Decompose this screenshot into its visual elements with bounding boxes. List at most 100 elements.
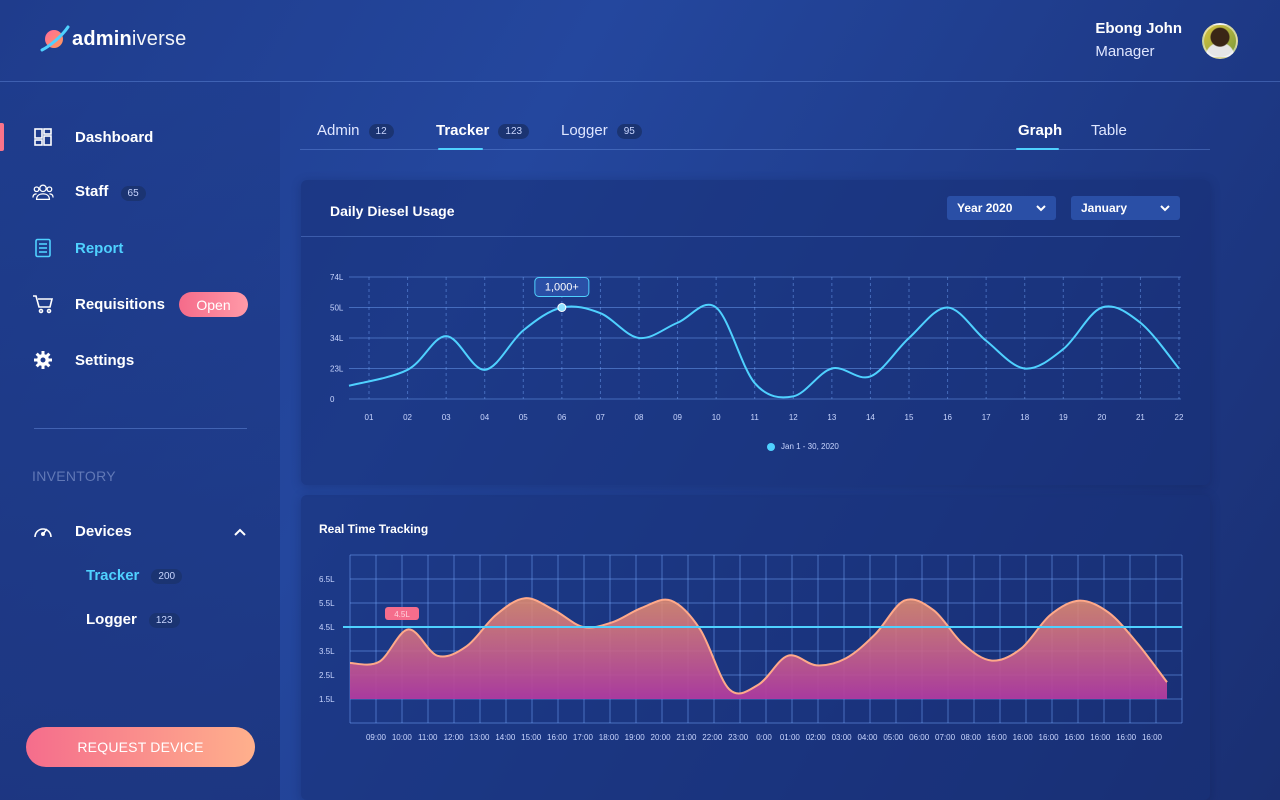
sidebar-divider (34, 428, 247, 429)
sidebar-item-label: Devices (75, 522, 132, 540)
tab-admin[interactable]: Admin 12 (317, 122, 394, 139)
report-icon (32, 237, 54, 259)
x-tick-label: 13 (827, 413, 836, 422)
x-tick-label: 16:00 (1013, 733, 1034, 742)
inventory-section-label: INVENTORY (32, 468, 116, 484)
y-tick-label: 5.5L (319, 599, 335, 608)
x-tick-label: 09 (673, 413, 682, 422)
x-tick-label: 04:00 (857, 733, 878, 742)
tab-graph[interactable]: Graph (1018, 122, 1062, 139)
legend-marker (767, 442, 775, 451)
x-tick-label: 22:00 (702, 733, 723, 742)
x-tick-label: 16:00 (1142, 733, 1163, 742)
tracker-count-badge: 200 (151, 568, 183, 584)
x-tick-label: 11:00 (418, 733, 438, 742)
sidebar-item-label: Dashboard (75, 128, 154, 146)
x-tick-label: 04 (480, 413, 489, 422)
x-tick-label: 02:00 (806, 733, 827, 742)
x-tick-label: 15 (905, 413, 914, 422)
sidebar-item-requisitions[interactable]: Requisitions (32, 290, 165, 318)
x-tick-label: 18 (1020, 413, 1029, 422)
x-tick-label: 16:00 (1116, 733, 1137, 742)
x-tick-label: 10 (712, 413, 721, 422)
x-tick-label: 12 (789, 413, 798, 422)
real-time-tracking-card: Real Time Tracking 1.5L 2.5L 3.5L 4.5L 5.5L 6… (301, 495, 1210, 800)
active-indicator (0, 123, 4, 151)
tab-count-badge: 95 (616, 123, 642, 139)
x-tick-label: 19:00 (625, 733, 646, 742)
sidebar-subitem-tracker[interactable]: Tracker 200 (86, 567, 183, 584)
tab-bar: Admin 12 Tracker 123 Logger 95 Graph Table (300, 112, 1210, 150)
x-tick-label: 16:00 (547, 733, 568, 742)
x-tick-label: 21:00 (676, 733, 697, 742)
avatar[interactable] (1202, 23, 1238, 59)
chevron-up-icon[interactable] (233, 527, 247, 537)
real-time-area-chart: 1.5L 2.5L 3.5L 4.5L 5.5L 6.5L 09:00 10:00 11:00 1… (319, 554, 1183, 742)
x-tick-label: 08:00 (961, 733, 982, 742)
x-tick-label: 20:00 (651, 733, 672, 742)
tab-table[interactable]: Table (1091, 122, 1127, 139)
tab-tracker[interactable]: Tracker 123 (436, 122, 530, 139)
x-tick-label: 17:00 (573, 733, 594, 742)
cart-icon (32, 293, 54, 315)
x-tick-label: 01 (365, 413, 374, 422)
planet-logo-icon (40, 25, 70, 52)
x-tick-label: 01:00 (780, 733, 801, 742)
sidebar-item-label: Requisitions (75, 295, 166, 313)
x-tick-label: 16:00 (1039, 733, 1060, 742)
legend-label: Jan 1 - 30, 2020 (781, 442, 839, 451)
y-tick-label: 34L (330, 334, 344, 343)
y-tick-label: 4.5L (319, 623, 335, 632)
staff-count-badge: 65 (120, 186, 146, 201)
sidebar-subitem-logger[interactable]: Logger 123 (86, 611, 180, 628)
chart-legend: Jan 1 - 30, 2020 (767, 442, 839, 451)
x-tick-label: 09:00 (366, 733, 387, 742)
x-tick-label: 23:00 (728, 733, 749, 742)
gear-icon (32, 349, 54, 371)
sidebar-item-label: Staff 65 (75, 183, 146, 201)
y-tick-label: 2.5L (319, 671, 335, 680)
dashboard-icon (32, 126, 54, 148)
tab-logger[interactable]: Logger 95 (561, 122, 642, 139)
sidebar-item-devices[interactable]: Devices (32, 517, 132, 545)
series-line (348, 303, 1180, 399)
x-tick-label: 03 (442, 413, 451, 422)
y-tick-label: 74L (330, 273, 344, 282)
x-tick-label: 0:00 (756, 733, 772, 742)
brand-name: adminiverse (72, 27, 187, 50)
y-tick-label: 1.5L (319, 695, 335, 704)
x-tick-label: 12:00 (444, 733, 465, 742)
x-tick-label: 16:00 (1090, 733, 1111, 742)
request-device-button[interactable]: REQUEST DEVICE (26, 727, 255, 767)
speedometer-icon (32, 520, 54, 542)
x-tick-label: 13:00 (469, 733, 490, 742)
x-tick-label: 06:00 (909, 733, 930, 742)
x-tick-label: 06 (557, 413, 566, 422)
sidebar-item-label: Report (75, 239, 124, 257)
sidebar-item-staff[interactable]: Staff 65 (32, 178, 146, 206)
user-info: Ebong John Manager (1095, 20, 1182, 60)
sidebar-item-dashboard[interactable]: Dashboard (32, 123, 153, 151)
user-role: Manager (1095, 43, 1155, 60)
sidebar-item-settings[interactable]: Settings (32, 346, 134, 374)
x-tick-label: 02 (403, 413, 412, 422)
y-tick-label: 50L (330, 304, 344, 313)
x-tick-label: 07:00 (935, 733, 956, 742)
x-tick-label: 10:00 (392, 733, 413, 742)
x-tick-label: 07 (596, 413, 605, 422)
top-header: adminiverse Ebong John Manager (0, 0, 1280, 82)
x-tick-label: 22 (1175, 413, 1184, 422)
tab-count-badge: 123 (498, 123, 530, 139)
x-tick-label: 18:00 (599, 733, 620, 742)
threshold-label: 4.5L (394, 610, 410, 619)
sidebar: Dashboard Staff 65 Report Requisitions O… (0, 82, 280, 800)
brand-logo[interactable]: adminiverse (40, 24, 186, 54)
x-tick-label: 19 (1059, 413, 1068, 422)
x-tick-label: 16 (943, 413, 952, 422)
tab-active-underline (438, 148, 483, 150)
requisitions-status-badge[interactable]: Open (179, 292, 248, 317)
highlight-point (557, 303, 567, 312)
y-tick-label: 23L (330, 365, 344, 374)
user-name: Ebong John (1095, 20, 1182, 37)
sidebar-item-report[interactable]: Report (32, 234, 123, 262)
